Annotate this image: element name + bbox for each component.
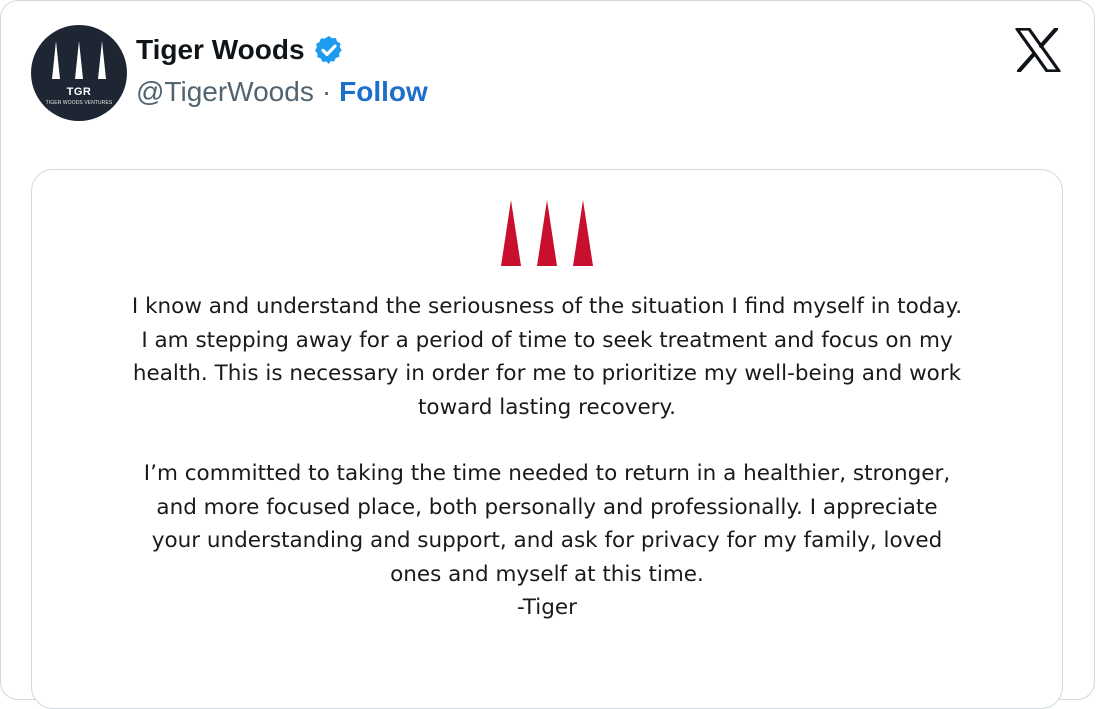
x-logo-icon[interactable] [1015,28,1061,72]
statement-line: and more focused place, both personally … [156,494,938,520]
statement-signature: -Tiger [517,595,577,620]
statement-line: I am stepping away for a period of time … [141,327,953,353]
avatar[interactable]: TGR TIGER WOODS VENTURES [31,25,127,121]
separator-dot: · [321,76,332,107]
follow-button[interactable]: Follow [339,76,428,108]
tgr-avatar-trees-icon [52,41,106,79]
author-display-name[interactable]: Tiger Woods [136,34,305,66]
statement-line: I know and understand the seriousness of… [131,294,963,319]
statement-line: ones and myself at this time. [390,561,704,587]
tgr-trees-icon [501,200,593,266]
statement-line: your understanding and support, and ask … [151,528,943,553]
avatar-monogram: TGR [66,86,92,98]
statement-line: health. This is necessary in order for m… [132,361,962,386]
tweet-card: TGR TIGER WOODS VENTURES Tiger Woods @Ti… [0,0,1095,709]
statement-line: I’m committed to taking the time needed … [143,461,951,486]
statement-text: I know and understand the seriousness of… [32,290,1062,625]
statement-image[interactable]: I know and understand the seriousness of… [31,169,1063,709]
author-handle[interactable]: @TigerWoods [136,76,314,108]
avatar-subtitle: TIGER WOODS VENTURES [45,100,113,106]
statement-line: toward lasting recovery. [418,394,676,420]
author-name-row: Tiger Woods [136,34,345,66]
author-handle-row: @TigerWoods · Follow [136,76,428,108]
verified-badge-icon [314,36,342,64]
